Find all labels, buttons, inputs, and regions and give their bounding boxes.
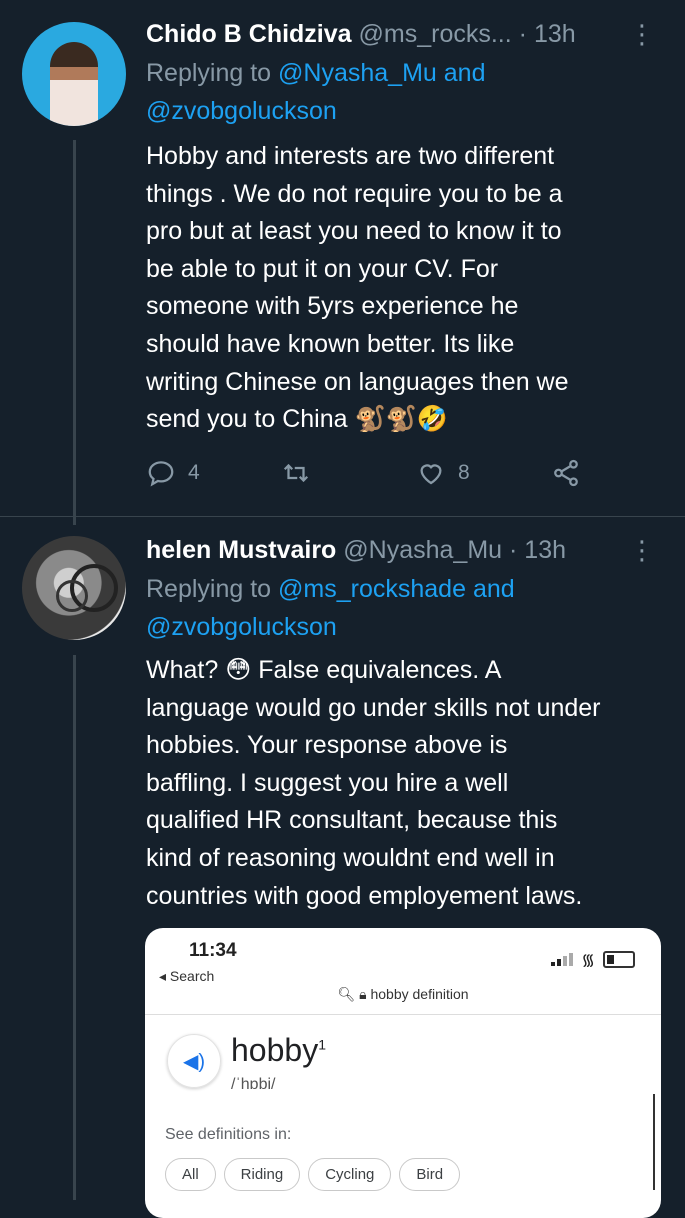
battery-icon — [603, 950, 635, 968]
mention-link[interactable]: @ms_rockshade — [278, 575, 466, 603]
word-superscript: 1 — [318, 1036, 326, 1053]
reply-count: 4 — [188, 461, 200, 484]
author-name[interactable]: Chido B Chidziva — [146, 20, 352, 48]
search-icon: 🔍︎ — [337, 986, 356, 1002]
address-bar: 🔍︎ 🔒︎ hobby definition — [145, 986, 661, 1003]
word-text: hobby — [231, 1032, 319, 1068]
share-icon — [554, 459, 578, 487]
replying-to: Replying to @ms_rockshade and @zvobgoluc… — [146, 570, 666, 646]
tweet-text: Hobby and interests are two different th… — [146, 138, 671, 439]
reply-icon — [148, 461, 174, 487]
speaker-icon: ◀) — [167, 1034, 221, 1088]
reply-button[interactable]: 4 — [146, 458, 200, 488]
scrollbar — [653, 1094, 655, 1190]
timestamp[interactable]: 13h — [534, 20, 576, 48]
address-text: hobby definition — [370, 986, 469, 1002]
text-line: kind of reasoning wouldnt end well in — [146, 843, 555, 872]
divider — [145, 1014, 661, 1015]
lock-icon: 🔒︎ — [359, 986, 367, 1002]
share-button[interactable] — [551, 458, 581, 488]
like-button[interactable]: 8 — [416, 458, 470, 488]
avatar[interactable] — [22, 22, 126, 126]
tweet-header: Chido B Chidziva @ms_rocks... · 13h — [146, 18, 576, 50]
attached-image[interactable]: 11:34 ◂ Search ᯾ 🔍︎ 🔒︎ hobby definition … — [145, 928, 661, 1218]
text-line: What? 😳 False equivalences. A — [146, 656, 502, 684]
text-line: be able to put it on your CV. For — [146, 254, 499, 283]
chip: Riding — [223, 1158, 301, 1191]
back-to-search: ◂ Search — [159, 968, 215, 984]
like-count: 8 — [458, 461, 470, 484]
separator-dot: · — [509, 536, 518, 564]
see-definitions-label: See definitions in: — [165, 1126, 292, 1143]
retweet-icon — [283, 463, 309, 483]
text-line: language would go under skills not under — [146, 693, 601, 722]
chip: Cycling — [308, 1158, 392, 1191]
tweet[interactable]: Chido B Chidziva @ms_rocks... · 13h ⋮ Re… — [0, 0, 685, 520]
more-options-icon[interactable]: ⋮ — [629, 534, 655, 566]
text-line: countries with good employement laws. — [146, 881, 583, 910]
phone-clock: 11:34 — [189, 940, 237, 961]
mention-link[interactable]: @zvobgoluckson — [146, 97, 337, 125]
dictionary-word: hobby1 — [231, 1032, 326, 1069]
text-line: writing Chinese on languages then we — [146, 367, 569, 396]
chip: Bird — [399, 1158, 461, 1191]
tweet-actions: 4 8 — [146, 458, 606, 498]
and-word: and — [472, 575, 515, 603]
chip: All — [165, 1158, 216, 1191]
author-handle[interactable]: @ms_rocks... — [359, 20, 512, 48]
text-line: send you to China 🐒🐒🤣 — [146, 405, 448, 434]
mention-link[interactable]: @zvobgoluckson — [146, 613, 337, 641]
tweet-header: helen Mustvairo @Nyasha_Mu · 13h — [146, 534, 566, 566]
definition-chips: All Riding Cycling Bird — [165, 1158, 461, 1191]
mention-link[interactable]: @Nyasha_Mu — [278, 59, 437, 87]
text-line: hobbies. Your response above is — [146, 731, 508, 760]
phonetic: /ˈhɒbi/ — [231, 1076, 276, 1093]
author-handle[interactable]: @Nyasha_Mu — [343, 536, 502, 564]
replying-prefix: Replying to — [146, 575, 272, 603]
text-line: Hobby and interests are two different — [146, 142, 555, 170]
avatar[interactable] — [22, 536, 126, 640]
timestamp[interactable]: 13h — [524, 536, 566, 564]
retweet-button[interactable] — [281, 458, 323, 488]
and-word: and — [443, 59, 486, 87]
phone-status-bar: ᯾ — [551, 948, 635, 970]
replying-to: Replying to @Nyasha_Mu and @zvobgoluckso… — [146, 54, 666, 130]
heart-icon — [420, 464, 442, 485]
text-line: should have known better. Its like — [146, 329, 515, 358]
text-line: someone with 5yrs experience he — [146, 292, 519, 321]
text-line: pro but at least you need to know it to — [146, 217, 562, 246]
text-line: things . We do not require you to be a — [146, 179, 563, 208]
text-line: qualified HR consultant, because this — [146, 806, 558, 835]
text-line: baffling. I suggest you hire a well — [146, 768, 509, 797]
author-name[interactable]: helen Mustvairo — [146, 536, 336, 564]
signal-icon — [551, 952, 574, 966]
separator-dot: · — [518, 20, 527, 48]
tweet-text: What? 😳 False equivalences. A language w… — [146, 652, 671, 915]
more-options-icon[interactable]: ⋮ — [629, 18, 655, 50]
wifi-icon: ᯾ — [581, 952, 595, 969]
divider — [0, 516, 685, 517]
replying-prefix: Replying to — [146, 59, 272, 87]
